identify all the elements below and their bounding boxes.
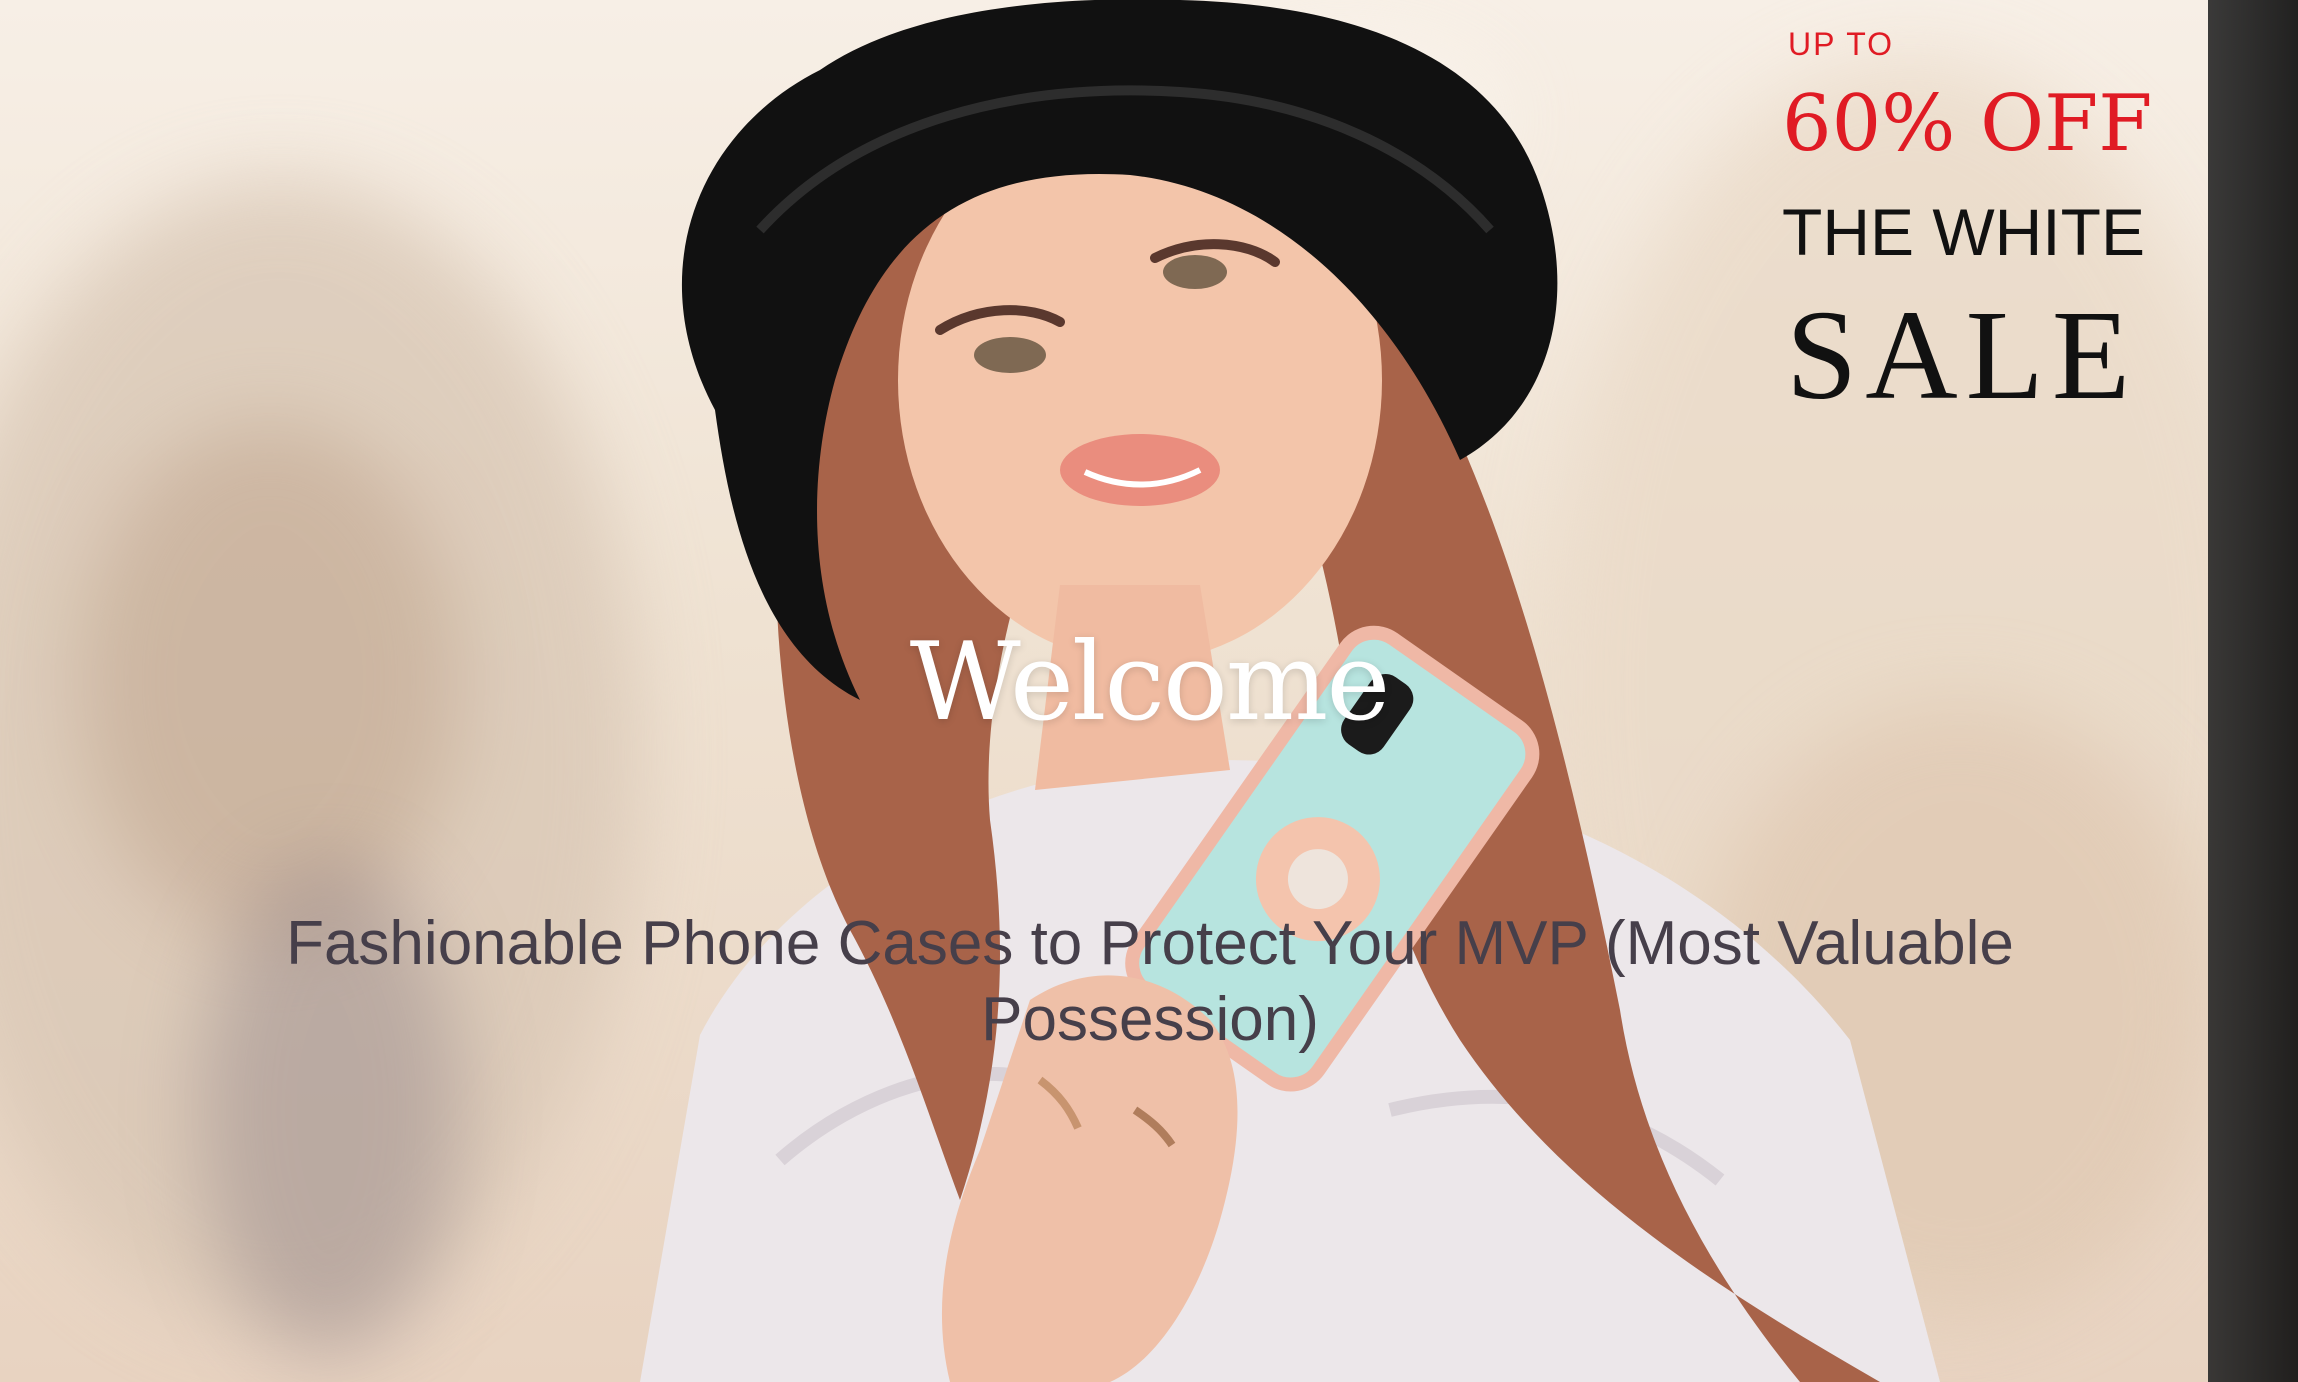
sale-promo: UP TO 60% OFF THE WHITE SALE (1770, 26, 2240, 419)
promo-discount: 60% OFF (1782, 79, 2153, 169)
hero-tagline: Fashionable Phone Cases to Protect Your … (286, 909, 2014, 1054)
promo-title-line1: THE WHITE (1782, 195, 2145, 269)
promo-up-to-label: UP TO (1788, 26, 1895, 62)
hero-banner: UP TO 60% OFF THE WHITE SALE Welcome Fas… (0, 0, 2298, 1382)
welcome-heading: Welcome (909, 620, 1391, 745)
promo-title-line2: SALE (1786, 284, 2138, 426)
